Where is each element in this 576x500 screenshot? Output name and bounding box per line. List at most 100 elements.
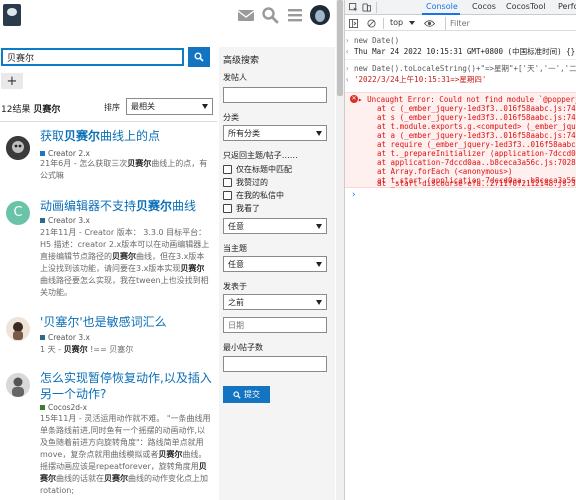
result-title-link[interactable]: 获取贝赛尔曲线上的点 bbox=[40, 128, 216, 144]
chevron-down-icon bbox=[202, 104, 208, 109]
category-badge[interactable]: Cocos2d-x bbox=[40, 403, 87, 412]
console-toolbar: top bbox=[345, 16, 576, 31]
submit-search-button[interactable]: 提交 bbox=[223, 386, 270, 403]
result-title-link[interactable]: 怎么实现暂停恢复动作,以及插入另一个动作? bbox=[40, 370, 216, 402]
checkbox[interactable] bbox=[223, 165, 232, 174]
checkbox[interactable] bbox=[223, 204, 232, 213]
user-avatar[interactable] bbox=[310, 5, 330, 25]
category-badge[interactable]: Creator 3.x bbox=[40, 216, 90, 225]
stack-frame[interactable]: at Array.forEach (<anonymous>) bbox=[377, 167, 512, 176]
search-bar bbox=[0, 47, 216, 67]
console-input-entry: › new Date() bbox=[345, 36, 400, 45]
search-icon[interactable] bbox=[261, 6, 279, 24]
stack-frame[interactable]: at t._prepareInitializer (application-7d… bbox=[377, 149, 576, 158]
search-input[interactable] bbox=[1, 48, 184, 66]
stack-frame[interactable]: at t.module.exports.g.<computed> (_ember… bbox=[377, 122, 576, 131]
topic-status-label: 当主题 bbox=[223, 244, 247, 253]
stack-frame[interactable]: at require (_ember_jquery-1ed3f3..016f58… bbox=[377, 140, 576, 149]
posted-label: 发表于 bbox=[223, 282, 247, 291]
inspect-element-icon[interactable] bbox=[349, 3, 358, 12]
chevron-down-icon bbox=[316, 262, 322, 267]
result-keyword: 贝赛尔 bbox=[33, 105, 61, 115]
search-button[interactable] bbox=[188, 47, 210, 67]
stack-frame[interactable]: at application-7dccd0aa..b8ceca3a56c.js:… bbox=[377, 158, 576, 167]
poster-input[interactable] bbox=[223, 87, 327, 103]
return-type-select[interactable]: 任意 bbox=[223, 218, 327, 234]
category-color-swatch bbox=[40, 335, 45, 340]
category-color-swatch bbox=[40, 405, 45, 410]
chevron-down-icon bbox=[316, 300, 322, 305]
only-return-label: 只返回主题/帖子…… bbox=[223, 151, 298, 160]
result-blurb: 21年6月 - 怎么获取三次贝赛尔曲线上的点，有公式嘛 bbox=[40, 159, 208, 180]
clear-console-icon[interactable] bbox=[367, 19, 376, 28]
result-blurb: 1 天 - 贝赛尔 !== 贝塞尔 bbox=[40, 345, 134, 354]
site-logo[interactable] bbox=[3, 4, 21, 26]
console-output-entry: ‹ '2022/3/24上午10:15:31=>星期四' bbox=[345, 75, 487, 84]
category-color-swatch bbox=[40, 218, 45, 223]
category-color-swatch bbox=[40, 151, 45, 156]
checkbox-title-only[interactable]: 仅在标题中匹配 bbox=[223, 164, 292, 175]
result-blurb: 15年11月 - 灵活运用动作就不难。 "一条曲线用单条路线前进,同时鱼有一个摇… bbox=[40, 414, 211, 495]
category-badge[interactable]: Creator 2.x bbox=[40, 149, 90, 158]
search-result: 获取贝赛尔曲线上的点 Creator 2.x 21年6月 - 怎么获取三次贝赛尔… bbox=[0, 128, 216, 188]
hamburger-menu-icon[interactable] bbox=[286, 6, 304, 24]
posted-select[interactable]: 之前 bbox=[223, 294, 327, 310]
user-avatar[interactable] bbox=[6, 136, 30, 160]
divider bbox=[383, 18, 384, 29]
forum-page: + 12结果 贝赛尔 排序 最相关 获取贝赛尔曲线上的点 Creator 2.x… bbox=[0, 0, 336, 500]
mail-icon[interactable] bbox=[237, 6, 255, 24]
sort-select[interactable]: 最相关 bbox=[126, 98, 213, 115]
result-blurb: 21年11月 - Creator 版本： 3.3.0 目标平台： H5 描述：c… bbox=[40, 228, 210, 297]
date-input[interactable] bbox=[223, 317, 327, 333]
user-avatar[interactable] bbox=[6, 373, 30, 397]
min-posts-label: 最小帖子数 bbox=[223, 343, 263, 352]
active-tab-indicator bbox=[422, 13, 460, 15]
tab-cocos[interactable]: Cocos bbox=[472, 2, 496, 11]
result-summary: 12结果 贝赛尔 bbox=[1, 102, 60, 115]
category-badge[interactable]: Creator 3.x bbox=[40, 333, 90, 342]
search-result: '贝塞尔'也是敏感词汇么 Creator 3.x 1 天 - 贝赛尔 !== 贝… bbox=[0, 314, 216, 358]
console-filter-input[interactable] bbox=[445, 17, 576, 30]
user-avatar[interactable] bbox=[6, 317, 30, 341]
checkbox-seen[interactable]: 我看了 bbox=[223, 203, 260, 214]
result-title-link[interactable]: '贝塞尔'也是敏感词汇么 bbox=[40, 314, 216, 330]
error-message: ▸ Uncaught Error: Could not find module … bbox=[349, 95, 576, 104]
checkbox[interactable] bbox=[223, 191, 232, 200]
eye-icon[interactable] bbox=[424, 19, 435, 28]
tab-cocostool[interactable]: CocosTool bbox=[506, 2, 545, 11]
category-select[interactable]: 所有分类 bbox=[223, 125, 327, 141]
tab-console[interactable]: Console bbox=[426, 2, 458, 11]
stack-frame[interactable]: at c (_ember_jquery-1ed3f3..016f58aabc.j… bbox=[377, 104, 576, 113]
context-select[interactable]: top bbox=[390, 18, 416, 27]
tab-performance[interactable]: Performance bbox=[558, 2, 576, 11]
checkbox-liked[interactable]: 我赞过的 bbox=[223, 177, 268, 188]
result-title-link[interactable]: 动画编辑器不支持贝赛尔曲线 bbox=[40, 198, 216, 214]
topic-status-select[interactable]: 任意 bbox=[223, 256, 327, 272]
avatar-image bbox=[6, 136, 30, 160]
sort-select-value: 最相关 bbox=[131, 102, 155, 111]
user-avatar[interactable]: C bbox=[6, 201, 30, 225]
console-prompt[interactable]: › bbox=[351, 190, 356, 200]
sidebar-toggle-icon[interactable] bbox=[349, 19, 358, 28]
chevron-down-icon bbox=[316, 131, 322, 136]
stack-frame[interactable]: at _start-discourse-efa..2711f0f2112148.… bbox=[377, 179, 576, 188]
add-search-term-button[interactable]: + bbox=[1, 73, 23, 89]
forum-header bbox=[0, 0, 336, 34]
search-icon bbox=[233, 390, 241, 399]
poster-label: 发帖人 bbox=[223, 73, 247, 82]
divider bbox=[345, 59, 576, 60]
chevron-down-icon bbox=[316, 224, 322, 229]
device-toolbar-icon[interactable] bbox=[362, 3, 371, 12]
page-scrollbar-thumb[interactable] bbox=[337, 0, 343, 96]
min-posts-input[interactable] bbox=[223, 356, 327, 372]
stack-frame[interactable]: at s (_ember_jquery-1ed3f3..016f58aabc.j… bbox=[377, 113, 576, 122]
devtools-tab-bar: Console Cocos CocosTool Performance bbox=[345, 0, 576, 15]
sort-label: 排序 bbox=[104, 103, 120, 112]
console-input-entry: › new Date().toLocaleString()+"=>星期"+['天… bbox=[345, 64, 576, 73]
checkbox-in-messages[interactable]: 在我的私信中 bbox=[223, 190, 284, 201]
result-count: 12结果 bbox=[1, 105, 31, 115]
stack-frame[interactable]: at a (_ember_jquery-1ed3f3..016f58aabc.j… bbox=[377, 131, 576, 140]
search-result: 怎么实现暂停恢复动作,以及插入另一个动作? Cocos2d-x 15年11月 -… bbox=[0, 370, 216, 500]
avatar-image bbox=[6, 317, 30, 341]
checkbox[interactable] bbox=[223, 178, 232, 187]
